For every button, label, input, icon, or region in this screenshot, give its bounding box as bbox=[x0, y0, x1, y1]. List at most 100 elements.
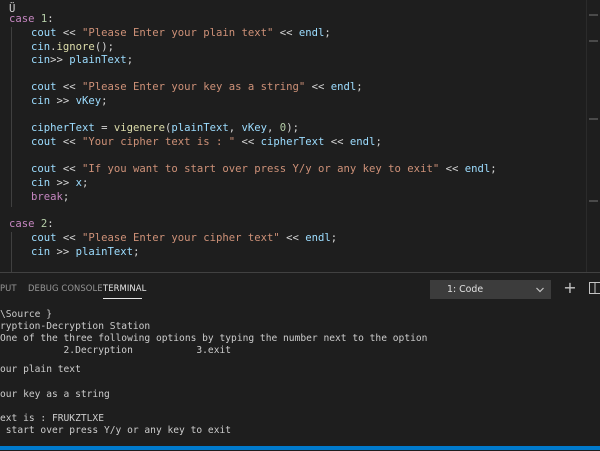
tab-output[interactable]: PUT bbox=[0, 283, 17, 293]
code-line[interactable]: cin.ignore(); bbox=[31, 40, 114, 54]
identifier: cipherText bbox=[261, 136, 325, 148]
scrollbar-marker bbox=[589, 40, 598, 42]
keyword: case bbox=[9, 13, 35, 25]
punctuation: ; bbox=[82, 177, 88, 189]
indent-guide bbox=[11, 27, 12, 207]
status-bar bbox=[0, 446, 600, 450]
split-terminal-icon[interactable] bbox=[589, 282, 600, 294]
code-editor[interactable]: Ü case 1: cout << "Please Enter your pla… bbox=[0, 0, 587, 272]
identifier: plainText bbox=[76, 246, 133, 258]
identifier: cin bbox=[31, 41, 50, 53]
identifier: cout bbox=[31, 232, 57, 244]
identifier: cin bbox=[31, 177, 50, 189]
terminal-line: our key as a string bbox=[0, 389, 110, 401]
code-line[interactable]: cout << "Your cipher text is : " << ciph… bbox=[31, 135, 382, 149]
identifier: cout bbox=[31, 81, 57, 93]
punctuation: : bbox=[47, 218, 53, 230]
terminal-line: ext is : FRUKZTLXE bbox=[0, 413, 104, 425]
terminal-line: ryption-Decryption Station bbox=[0, 321, 150, 333]
punctuation: ; bbox=[356, 81, 362, 93]
indent-guide bbox=[11, 232, 12, 272]
active-tab-indicator bbox=[103, 298, 142, 299]
punctuation: ; bbox=[63, 191, 69, 203]
punctuation: ; bbox=[101, 95, 107, 107]
operator: >> bbox=[50, 246, 76, 258]
terminal-select-value: 1: Code bbox=[447, 284, 483, 295]
identifier: cipherText bbox=[31, 122, 95, 134]
panel-tabs: PUT DEBUG CONSOLE TERMINAL 1: Code + bbox=[0, 273, 600, 303]
punctuation: ; bbox=[331, 232, 337, 244]
punctuation: , bbox=[267, 122, 280, 134]
identifier: plainText bbox=[69, 54, 126, 66]
operator: << bbox=[57, 163, 83, 175]
terminal-line: 2.Decryption 3.exit bbox=[0, 345, 231, 357]
operator: << bbox=[57, 232, 83, 244]
punctuation: ; bbox=[324, 27, 330, 39]
keyword: break bbox=[31, 191, 63, 203]
string-literal: "If you want to start over press Y/y or … bbox=[82, 163, 439, 175]
operator: << bbox=[439, 163, 465, 175]
code-line[interactable]: case 2: bbox=[9, 217, 54, 231]
punctuation: ; bbox=[127, 54, 133, 66]
scrollbar-marker bbox=[589, 118, 598, 120]
punctuation: ; bbox=[133, 246, 139, 258]
identifier: cin bbox=[31, 95, 50, 107]
punctuation: ; bbox=[375, 136, 381, 148]
operator: << bbox=[280, 232, 306, 244]
identifier: endl bbox=[305, 232, 331, 244]
identifier: cout bbox=[31, 163, 57, 175]
code-line[interactable]: break; bbox=[31, 190, 69, 204]
scrollbar-marker bbox=[589, 14, 598, 16]
operator: << bbox=[324, 136, 350, 148]
identifier: endl bbox=[299, 27, 325, 39]
punctuation: ); bbox=[286, 122, 299, 134]
identifier: cin bbox=[31, 54, 50, 66]
punctuation: (); bbox=[95, 41, 114, 53]
string-literal: "Please Enter your key as a string" bbox=[82, 81, 305, 93]
code-line[interactable]: cin >> x; bbox=[31, 176, 88, 190]
operator: = bbox=[95, 122, 114, 134]
identifier: vKey bbox=[242, 122, 268, 134]
punctuation: , bbox=[229, 122, 242, 134]
operator: << bbox=[57, 81, 83, 93]
terminal-line: our plain text bbox=[0, 364, 81, 376]
operator: << bbox=[57, 27, 83, 39]
operator: << bbox=[57, 136, 83, 148]
identifier: cin bbox=[31, 246, 50, 258]
operator: >> bbox=[50, 95, 76, 107]
terminal-line: start over press Y/y or any key to exit bbox=[0, 425, 231, 437]
terminal-line: One of the three following options by ty… bbox=[0, 333, 427, 345]
code-line[interactable]: cout << "If you want to start over press… bbox=[31, 162, 497, 176]
terminal-line: \Source } bbox=[0, 309, 52, 321]
code-line[interactable]: cin>> plainText; bbox=[31, 53, 133, 67]
identifier: cout bbox=[31, 27, 57, 39]
code-line[interactable]: cout << "Please Enter your plain text" <… bbox=[31, 26, 331, 40]
identifier: endl bbox=[350, 136, 376, 148]
bottom-panel: PUT DEBUG CONSOLE TERMINAL 1: Code + \So… bbox=[0, 272, 600, 451]
new-terminal-button[interactable]: + bbox=[562, 279, 578, 297]
code-line[interactable]: cout << "Please Enter your key as a stri… bbox=[31, 80, 363, 94]
code-line[interactable]: cin >> plainText; bbox=[31, 245, 139, 259]
terminal-select-dropdown[interactable]: 1: Code bbox=[430, 280, 551, 299]
identifier: vKey bbox=[76, 95, 102, 107]
identifier: endl bbox=[331, 81, 357, 93]
string-literal: "Your cipher text is : " bbox=[82, 136, 235, 148]
punctuation: ; bbox=[490, 163, 496, 175]
operator: >> bbox=[50, 54, 69, 66]
code-line[interactable]: cout << "Please Enter your cipher text" … bbox=[31, 231, 337, 245]
editor-scrollbar[interactable] bbox=[586, 0, 600, 272]
function-name: ignore bbox=[57, 41, 95, 53]
operator: << bbox=[273, 27, 299, 39]
tab-terminal[interactable]: TERMINAL bbox=[103, 283, 146, 293]
operator: << bbox=[235, 136, 261, 148]
identifier: plainText bbox=[171, 122, 228, 134]
punctuation: : bbox=[47, 13, 53, 25]
chevron-down-icon bbox=[535, 285, 545, 295]
tab-debug-console[interactable]: DEBUG CONSOLE bbox=[28, 283, 103, 293]
string-literal: "Please Enter your cipher text" bbox=[82, 232, 280, 244]
code-line[interactable]: cin >> vKey; bbox=[31, 94, 108, 108]
operator: >> bbox=[50, 177, 76, 189]
function-name: vigenere bbox=[114, 122, 165, 134]
code-line[interactable]: case 1: bbox=[9, 12, 54, 26]
code-line[interactable]: cipherText = vigenere(plainText, vKey, 0… bbox=[31, 121, 299, 135]
